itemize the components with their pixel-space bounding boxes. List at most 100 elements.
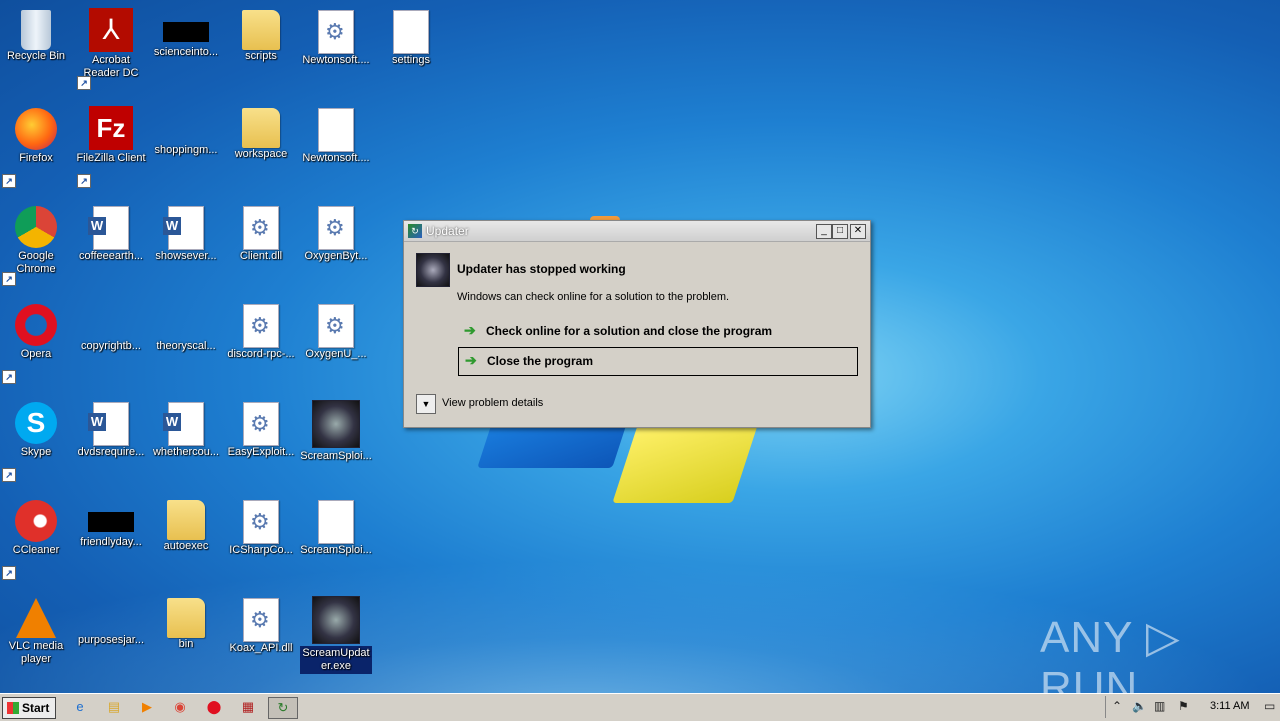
desktop-icon-showsever[interactable]: showsever... <box>150 198 222 286</box>
desktop-icon-newtonsoft-2[interactable]: Newtonsoft.... <box>300 100 372 188</box>
desktop-icon-theoryscal[interactable]: theoryscal... <box>150 296 222 384</box>
desktop-icon-ccleaner[interactable]: ↗ CCleaner <box>0 492 72 580</box>
winrar-taskbar-icon[interactable]: ▦ <box>234 697 262 717</box>
desktop-icon-acrobat[interactable]: ⅄ ↗ Acrobat Reader DC <box>75 2 147 90</box>
desktop-icon-shoppingm[interactable]: shoppingm... <box>150 100 222 188</box>
ie-taskbar-icon[interactable]: e <box>66 697 94 717</box>
desktop-icon-autoexec[interactable]: autoexec <box>150 492 222 580</box>
opera-icon: ↗ <box>2 304 57 384</box>
desktop-icon-screamupdater[interactable]: ScreamUpdater.exe <box>300 590 372 678</box>
desktop-icon-coffeeearth[interactable]: coffeeearth... <box>75 198 147 286</box>
dialog-title: Updater <box>426 224 469 238</box>
windows-logo-yellow <box>612 425 758 503</box>
desktop-icon-dvdsrequire[interactable]: dvdsrequire... <box>75 394 147 482</box>
check-online-option[interactable]: ➔ Check online for a solution and close … <box>458 318 856 345</box>
chrome-icon: ↗ <box>2 206 57 286</box>
desktop-icon-bin[interactable]: bin <box>150 590 222 678</box>
icon-label: theoryscal... <box>156 340 216 352</box>
desktop-icon-opera[interactable]: ↗ Opera <box>0 296 72 384</box>
blank-file-icon <box>163 316 209 336</box>
icon-label: ScreamSploi... <box>300 544 372 556</box>
desktop-icon-skype[interactable]: S ↗ Skype <box>0 394 72 482</box>
maximize-button[interactable]: □ <box>832 224 848 239</box>
dll-gear-icon <box>243 402 279 446</box>
updater-taskbar-button[interactable]: ↻ <box>268 697 298 719</box>
icon-label: scienceinto... <box>153 46 219 58</box>
icon-label: VLC media player <box>8 640 64 665</box>
word-doc-icon <box>88 402 129 446</box>
desktop-icon-workspace[interactable]: workspace <box>225 100 297 188</box>
close-program-label: Close the program <box>487 354 594 368</box>
icon-label: coffeeearth... <box>78 250 143 262</box>
icon-label: scripts <box>245 50 277 62</box>
desktop-icon-settings[interactable]: settings <box>375 2 447 90</box>
blank-file-icon <box>88 610 134 630</box>
desktop-icon-icsharpco[interactable]: ICSharpCo... <box>225 492 297 580</box>
word-doc-icon <box>163 402 204 446</box>
icon-label: OxygenU_... <box>305 348 367 360</box>
icon-label: dvdsrequire... <box>77 446 145 458</box>
desktop-icon-oxygenbyt[interactable]: OxygenByt... <box>300 198 372 286</box>
icon-label: whethercou... <box>152 446 220 458</box>
desktop-icon-whethercou[interactable]: whethercou... <box>150 394 222 482</box>
skype-icon: S ↗ <box>2 402 57 482</box>
close-program-option[interactable]: ➔ Close the program <box>458 347 858 376</box>
icon-label: Client.dll <box>239 250 283 262</box>
explorer-taskbar-icon[interactable]: ▤ <box>100 697 128 717</box>
desktop-icon-koax-api[interactable]: Koax_API.dll <box>225 590 297 678</box>
desktop-icon-vlc[interactable]: VLC media player <box>0 590 72 678</box>
action-center-flag-icon[interactable]: ⚑ <box>1178 699 1189 713</box>
icon-label: shoppingm... <box>154 144 218 156</box>
word-doc-icon <box>88 206 129 250</box>
opera-taskbar-icon[interactable]: ⬤ <box>200 697 228 717</box>
icon-label: friendlyday... <box>80 536 142 548</box>
chrome-taskbar-icon[interactable]: ◉ <box>166 697 194 717</box>
word-doc-icon <box>163 206 204 250</box>
media-player-taskbar-icon[interactable]: ▶ <box>133 697 161 717</box>
acrobat-icon: ⅄ ↗ <box>77 8 133 90</box>
volume-icon[interactable]: 🔈 <box>1132 699 1147 713</box>
minimize-button[interactable]: _ <box>816 224 832 239</box>
desktop-icon-purposesjar[interactable]: purposesjar... <box>75 590 147 678</box>
show-hidden-icons-icon[interactable]: ⌃ <box>1112 699 1122 713</box>
icon-label: Skype <box>20 446 52 458</box>
dll-gear-icon <box>318 10 354 54</box>
desktop-icon-discord-rpc[interactable]: discord-rpc-... <box>225 296 297 384</box>
xml-doc-icon <box>318 108 354 152</box>
desktop-icon-oxygenu[interactable]: OxygenU_... <box>300 296 372 384</box>
desktop-icon-screamsploit-2[interactable]: ScreamSploi... <box>300 492 372 580</box>
black-thumbnail-icon <box>88 512 134 532</box>
desktop-icon-friendlyday[interactable]: friendlyday... <box>75 492 147 580</box>
dialog-titlebar[interactable]: ↻ Updater _ □ ✕ <box>404 221 870 242</box>
dialog-subtext: Windows can check online for a solution … <box>457 291 730 303</box>
blank-doc-icon <box>318 500 354 544</box>
desktop-icon-firefox[interactable]: ↗ Firefox <box>0 100 72 188</box>
show-desktop-icon[interactable]: ▭ <box>1264 699 1275 713</box>
desktop-icon-easyexploit[interactable]: EasyExploit... <box>225 394 297 482</box>
desktop-icon-client-dll[interactable]: Client.dll <box>225 198 297 286</box>
icon-label: FileZilla Client <box>76 152 146 164</box>
desktop-icon-chrome[interactable]: ↗ Google Chrome <box>0 198 72 286</box>
network-icon[interactable]: ▥ <box>1154 699 1165 713</box>
icon-label: bin <box>178 638 194 650</box>
green-arrow-icon: ➔ <box>464 322 476 338</box>
dll-gear-icon <box>243 500 279 544</box>
desktop-icon-copyrightb[interactable]: copyrightb... <box>75 296 147 384</box>
firefox-icon: ↗ <box>2 108 57 188</box>
windows-flag-icon <box>7 702 19 714</box>
icon-label: copyrightb... <box>81 340 141 352</box>
desktop-icon-filezilla[interactable]: Fz ↗ FileZilla Client <box>75 100 147 188</box>
desktop-icon-scienceinto[interactable]: scienceinto... <box>150 2 222 90</box>
icon-label: autoexec <box>163 540 209 552</box>
clock[interactable]: 3:11 AM <box>1210 700 1250 712</box>
updater-app-icon: ↻ <box>408 224 422 238</box>
close-button[interactable]: ✕ <box>850 224 866 239</box>
desktop-icon-recycle-bin[interactable]: Recycle Bin <box>0 2 72 90</box>
desktop-icon-newtonsoft-1[interactable]: Newtonsoft.... <box>300 2 372 90</box>
start-button[interactable]: Start <box>2 697 56 719</box>
desktop-icon-scripts[interactable]: scripts <box>225 2 297 90</box>
folder-icon <box>242 108 280 148</box>
icon-label: discord-rpc-... <box>227 348 295 360</box>
desktop-icon-screamsploit-1[interactable]: ScreamSploi... <box>300 394 372 482</box>
icon-label: ScreamSploi... <box>300 450 372 462</box>
